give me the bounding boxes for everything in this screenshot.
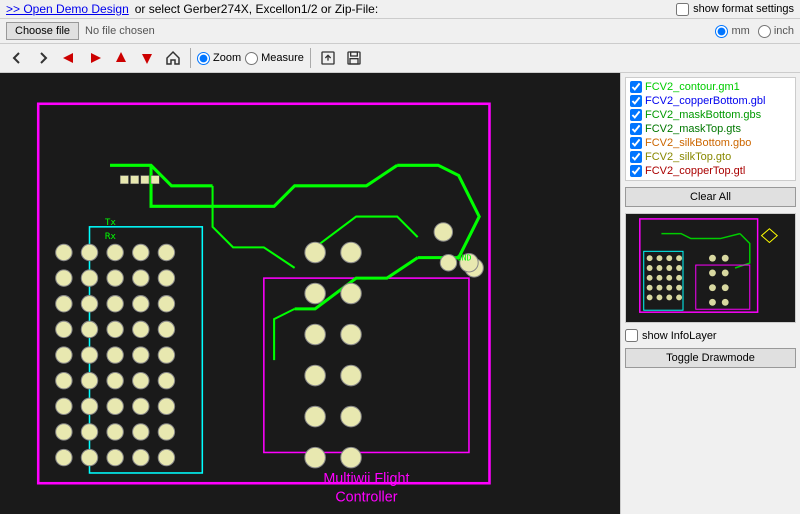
measure-radio[interactable]	[245, 52, 258, 65]
layer-checkbox-7[interactable]	[630, 165, 642, 177]
select-text: or select Gerber274X, Excellon1/2 or Zip…	[135, 2, 378, 16]
toolbar-sep-1	[190, 48, 191, 68]
measure-label: Measure	[261, 52, 304, 64]
layer-checkbox-3[interactable]	[630, 109, 642, 121]
file-none-label: No file chosen	[85, 25, 155, 37]
home-icon[interactable]	[162, 47, 184, 69]
thumbnail-preview	[625, 213, 796, 323]
format-settings-checkbox[interactable]	[676, 3, 689, 16]
right-panel: FCV2_contour.gm1 FCV2_copperBottom.gbl F…	[620, 73, 800, 514]
layer-item-3[interactable]: FCV2_maskBottom.gbs	[628, 108, 793, 122]
pcb-viewer[interactable]: Tx Rx GND - + Sig Multiwii Flight Contro…	[0, 73, 620, 514]
export-icon[interactable]	[317, 47, 339, 69]
header-bar: >> Open Demo Design or select Gerber274X…	[0, 0, 800, 19]
mm-radio[interactable]	[715, 25, 728, 38]
arrow-up-icon[interactable]	[110, 47, 132, 69]
layer-name-2: FCV2_copperBottom.gbl	[645, 95, 765, 107]
svg-text:GND: GND	[457, 253, 472, 263]
toggle-drawmode-button[interactable]: Toggle Drawmode	[625, 348, 796, 368]
measure-radio-label[interactable]: Measure	[245, 52, 304, 65]
layer-checkbox-2[interactable]	[630, 95, 642, 107]
layer-item-4[interactable]: FCV2_maskTop.gts	[628, 122, 793, 136]
layer-item-5[interactable]: FCV2_silkBottom.gbo	[628, 136, 793, 150]
layer-name-4: FCV2_maskTop.gts	[645, 123, 741, 135]
inch-label: inch	[774, 25, 794, 37]
arrow-down-icon[interactable]	[136, 47, 158, 69]
svg-text:Tx: Tx	[105, 217, 117, 228]
info-layer-checkbox[interactable]	[625, 329, 638, 342]
layer-item-2[interactable]: FCV2_copperBottom.gbl	[628, 94, 793, 108]
zoom-label: Zoom	[213, 52, 241, 64]
nav-back-icon[interactable]	[6, 47, 28, 69]
layer-name-5: FCV2_silkBottom.gbo	[645, 137, 751, 149]
layer-name-7: FCV2_copperTop.gtl	[645, 165, 745, 177]
zoom-radio-label[interactable]: Zoom	[197, 52, 241, 65]
layer-name-6: FCV2_silkTop.gto	[645, 151, 731, 163]
file-row: Choose file No file chosen mm inch	[0, 19, 800, 44]
inch-radio[interactable]	[758, 25, 771, 38]
info-layer-row: show InfoLayer	[625, 329, 796, 342]
layer-name-1: FCV2_contour.gm1	[645, 81, 740, 93]
format-settings-label: show format settings	[693, 3, 794, 15]
open-demo-link[interactable]: >> Open Demo Design	[6, 2, 129, 16]
svg-text:Rx: Rx	[105, 231, 117, 242]
layer-list: FCV2_contour.gm1 FCV2_copperBottom.gbl F…	[625, 77, 796, 181]
arrow-left-icon[interactable]	[58, 47, 80, 69]
arrow-right-icon[interactable]	[84, 47, 106, 69]
info-layer-label: show InfoLayer	[642, 330, 717, 342]
svg-text:Controller: Controller	[335, 490, 397, 506]
layer-checkbox-1[interactable]	[630, 81, 642, 93]
clear-all-button[interactable]: Clear All	[625, 187, 796, 207]
layer-checkbox-5[interactable]	[630, 137, 642, 149]
choose-file-button[interactable]: Choose file	[6, 22, 79, 40]
main-content: Tx Rx GND - + Sig Multiwii Flight Contro…	[0, 73, 800, 514]
layer-checkbox-6[interactable]	[630, 151, 642, 163]
layer-item-6[interactable]: FCV2_silkTop.gto	[628, 150, 793, 164]
zoom-radio[interactable]	[197, 52, 210, 65]
save-icon[interactable]	[343, 47, 365, 69]
svg-text:Multiwii Flight: Multiwii Flight	[323, 471, 409, 487]
layer-item-1[interactable]: FCV2_contour.gm1	[628, 80, 793, 94]
pcb-svg: Tx Rx GND - + Sig Multiwii Flight Contro…	[0, 73, 620, 514]
toolbar-row: Zoom Measure	[0, 44, 800, 73]
layer-name-3: FCV2_maskBottom.gbs	[645, 109, 761, 121]
toolbar-sep-2	[310, 48, 311, 68]
layer-item-7[interactable]: FCV2_copperTop.gtl	[628, 164, 793, 178]
mm-label: mm	[731, 25, 749, 37]
layer-checkbox-4[interactable]	[630, 123, 642, 135]
nav-forward-icon[interactable]	[32, 47, 54, 69]
